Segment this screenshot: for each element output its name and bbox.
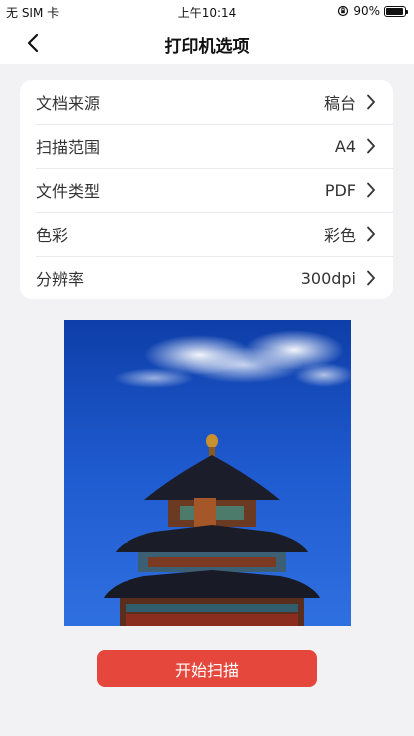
option-label: 文档来源 <box>36 94 101 113</box>
option-row-resolution[interactable]: 分辨率 300dpi <box>20 256 393 299</box>
option-row-file-type[interactable]: 文件类型 PDF <box>20 168 393 212</box>
page-title: 打印机选项 <box>164 37 250 57</box>
option-value: 300dpi <box>300 268 356 288</box>
scan-preview-image <box>64 320 351 626</box>
option-label: 色彩 <box>36 226 69 245</box>
option-value: 稿台 <box>323 94 356 113</box>
chevron-right-icon <box>364 93 378 111</box>
option-row-color[interactable]: 色彩 彩色 <box>20 212 393 256</box>
battery-icon <box>384 5 408 17</box>
battery-percent: 90% <box>353 4 380 18</box>
option-value: PDF <box>324 180 356 200</box>
options-card: 文档来源 稿台 扫描范围 A4 文件类型 PDF 色彩 彩色 分辨率 300dp… <box>20 80 393 299</box>
start-scan-button[interactable]: 开始扫描 <box>97 650 317 687</box>
navigation-bar: 打印机选项 <box>0 22 414 64</box>
option-value: A4 <box>334 136 356 156</box>
option-row-scan-area[interactable]: 扫描范围 A4 <box>20 124 393 168</box>
status-right: 90% <box>337 4 408 18</box>
chevron-right-icon <box>364 269 378 287</box>
status-bar: 无 SIM 卡 上午10:14 90% <box>0 0 414 22</box>
chevron-right-icon <box>364 225 378 243</box>
option-row-source[interactable]: 文档来源 稿台 <box>20 80 393 124</box>
option-value: 彩色 <box>323 226 356 245</box>
chevron-right-icon <box>364 181 378 199</box>
temple-of-heaven-image <box>64 320 351 626</box>
option-label: 分辨率 <box>36 270 85 289</box>
orientation-lock-icon <box>338 5 349 17</box>
chevron-right-icon <box>364 137 378 155</box>
option-label: 扫描范围 <box>36 138 101 157</box>
option-label: 文件类型 <box>36 182 101 201</box>
